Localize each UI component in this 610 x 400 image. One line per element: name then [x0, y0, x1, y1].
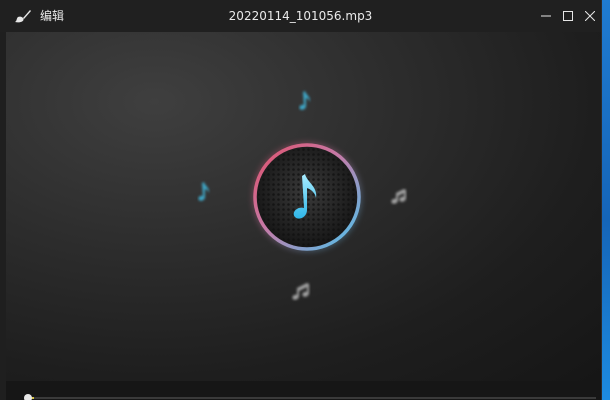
title-bar[interactable]: 编辑 20220114_101056.mp3	[0, 0, 601, 32]
visualization-area	[6, 32, 601, 381]
floating-note-top	[299, 91, 311, 110]
close-icon	[585, 11, 595, 21]
window-title: 20220114_101056.mp3	[228, 9, 373, 23]
progress-thumb[interactable]	[24, 394, 32, 400]
minimize-icon	[541, 15, 551, 17]
floating-note-bottom	[292, 283, 309, 300]
maximize-icon	[563, 11, 573, 21]
minimize-button[interactable]	[534, 0, 558, 32]
playback-controls-bar	[6, 381, 601, 400]
progress-track[interactable]	[28, 397, 596, 399]
close-button[interactable]	[578, 0, 601, 32]
media-player-window: 编辑 20220114_101056.mp3	[0, 0, 601, 400]
music-visualization	[198, 91, 406, 300]
floating-note-left	[198, 182, 210, 201]
floating-note-right	[391, 189, 406, 204]
maximize-button[interactable]	[556, 0, 580, 32]
